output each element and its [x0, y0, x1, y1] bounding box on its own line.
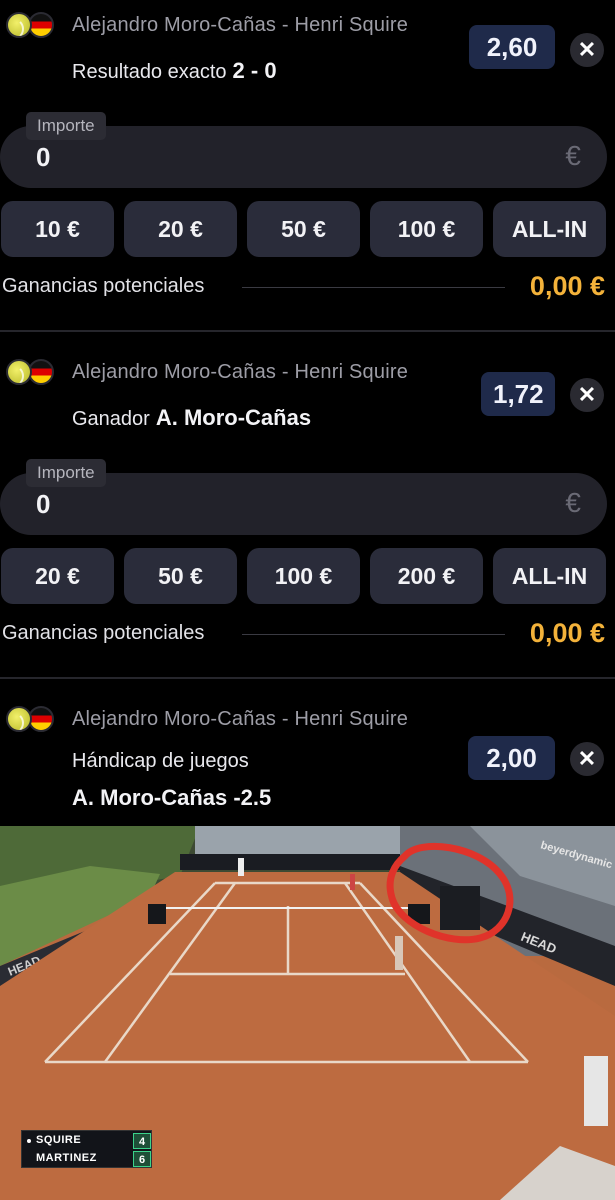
- quick-amount-button[interactable]: 100 €: [370, 201, 483, 257]
- all-in-button[interactable]: ALL-IN: [493, 201, 606, 257]
- quick-amount-button[interactable]: 20 €: [124, 201, 237, 257]
- umpire-chair: [440, 886, 480, 930]
- quick-amount-button[interactable]: 200 €: [370, 548, 483, 604]
- games-count: 6: [133, 1151, 151, 1167]
- remove-bet-button[interactable]: ✕: [570, 742, 604, 776]
- back-wall: [180, 854, 400, 870]
- gains-value: 0,00 €: [529, 271, 605, 301]
- amount-field[interactable]: Importe 0 €: [0, 459, 607, 535]
- amount-label: Importe: [26, 459, 106, 487]
- match-name: Alejandro Moro-Cañas - Henri Squire: [72, 361, 409, 383]
- flags: [6, 359, 56, 385]
- quick-amount-button[interactable]: 50 €: [247, 201, 360, 257]
- flags: [6, 12, 56, 38]
- market: Ganador A. Moro-Cañas: [72, 405, 311, 431]
- remove-bet-button[interactable]: ✕: [570, 378, 604, 412]
- euro-icon: €: [565, 487, 581, 518]
- score-row: SQUIRE 4: [22, 1132, 153, 1150]
- amount-label: Importe: [26, 112, 106, 140]
- gains-divider: [242, 287, 505, 288]
- quick-amounts: 10 € 20 € 50 € 100 € ALL-IN: [0, 201, 615, 257]
- amount-field[interactable]: Importe 0 €: [0, 112, 607, 188]
- gains-divider: [242, 634, 505, 635]
- tennis-ball-icon: [6, 706, 32, 732]
- gains-label: Ganancias potenciales: [2, 622, 205, 644]
- match-name: Alejandro Moro-Cañas - Henri Squire: [72, 708, 409, 730]
- gains-label: Ganancias potenciales: [2, 275, 205, 297]
- divider: [0, 330, 615, 332]
- scoreboard: SQUIRE 4 MARTINEZ 6: [21, 1130, 152, 1168]
- serve-indicator-icon: [27, 1139, 31, 1143]
- odds-badge[interactable]: 2,60: [469, 25, 555, 69]
- remove-bet-button[interactable]: ✕: [570, 33, 604, 67]
- odds-badge[interactable]: 2,00: [468, 736, 555, 780]
- market-selection: 2 - 0: [232, 58, 277, 83]
- quick-amount-button[interactable]: 50 €: [124, 548, 237, 604]
- player-near: [584, 1056, 608, 1126]
- gains-value: 0,00 €: [529, 618, 605, 648]
- stands-back: [195, 826, 405, 856]
- market: Resultado exacto 2 - 0: [72, 58, 277, 84]
- euro-icon: €: [565, 140, 581, 171]
- amount-input[interactable]: 0: [36, 489, 50, 520]
- tennis-ball-icon: [6, 359, 32, 385]
- potential-gains: Ganancias potenciales 0,00 €: [0, 271, 615, 303]
- player-far: [238, 858, 244, 876]
- umpire-box-left: [148, 904, 166, 924]
- bet-slip-3: Alejandro Moro-Cañas - Henri Squire Hánd…: [0, 694, 615, 824]
- market-selection: A. Moro-Cañas: [155, 405, 312, 430]
- player-name: MARTINEZ: [36, 1152, 97, 1164]
- divider: [0, 677, 615, 679]
- games-count: 4: [133, 1133, 151, 1149]
- match-name: Alejandro Moro-Cañas - Henri Squire: [72, 14, 409, 36]
- line-judge: [395, 936, 403, 970]
- market-selection: A. Moro-Cañas -2.5: [72, 785, 272, 810]
- bet-slip-2: Alejandro Moro-Cañas - Henri Squire Gana…: [0, 347, 615, 677]
- bet-slip-1: Alejandro Moro-Cañas - Henri Squire Resu…: [0, 0, 615, 330]
- amount-input[interactable]: 0: [36, 142, 50, 173]
- market-label: Ganador: [72, 408, 150, 430]
- flags: [6, 706, 56, 732]
- quick-amount-button[interactable]: 10 €: [1, 201, 114, 257]
- quick-amount-button[interactable]: 100 €: [247, 548, 360, 604]
- market-label: Hándicap de juegos: [72, 750, 249, 772]
- potential-gains: Ganancias potenciales 0,00 €: [0, 618, 615, 650]
- quick-amounts: 20 € 50 € 100 € 200 € ALL-IN: [0, 548, 615, 604]
- tennis-ball-icon: [6, 12, 32, 38]
- odds-badge[interactable]: 1,72: [481, 372, 555, 416]
- ball-kid: [350, 874, 355, 890]
- quick-amount-button[interactable]: 20 €: [1, 548, 114, 604]
- player-name: SQUIRE: [36, 1134, 82, 1146]
- all-in-button[interactable]: ALL-IN: [493, 548, 606, 604]
- score-row: MARTINEZ 6: [22, 1150, 153, 1168]
- market-label: Resultado exacto: [72, 61, 227, 83]
